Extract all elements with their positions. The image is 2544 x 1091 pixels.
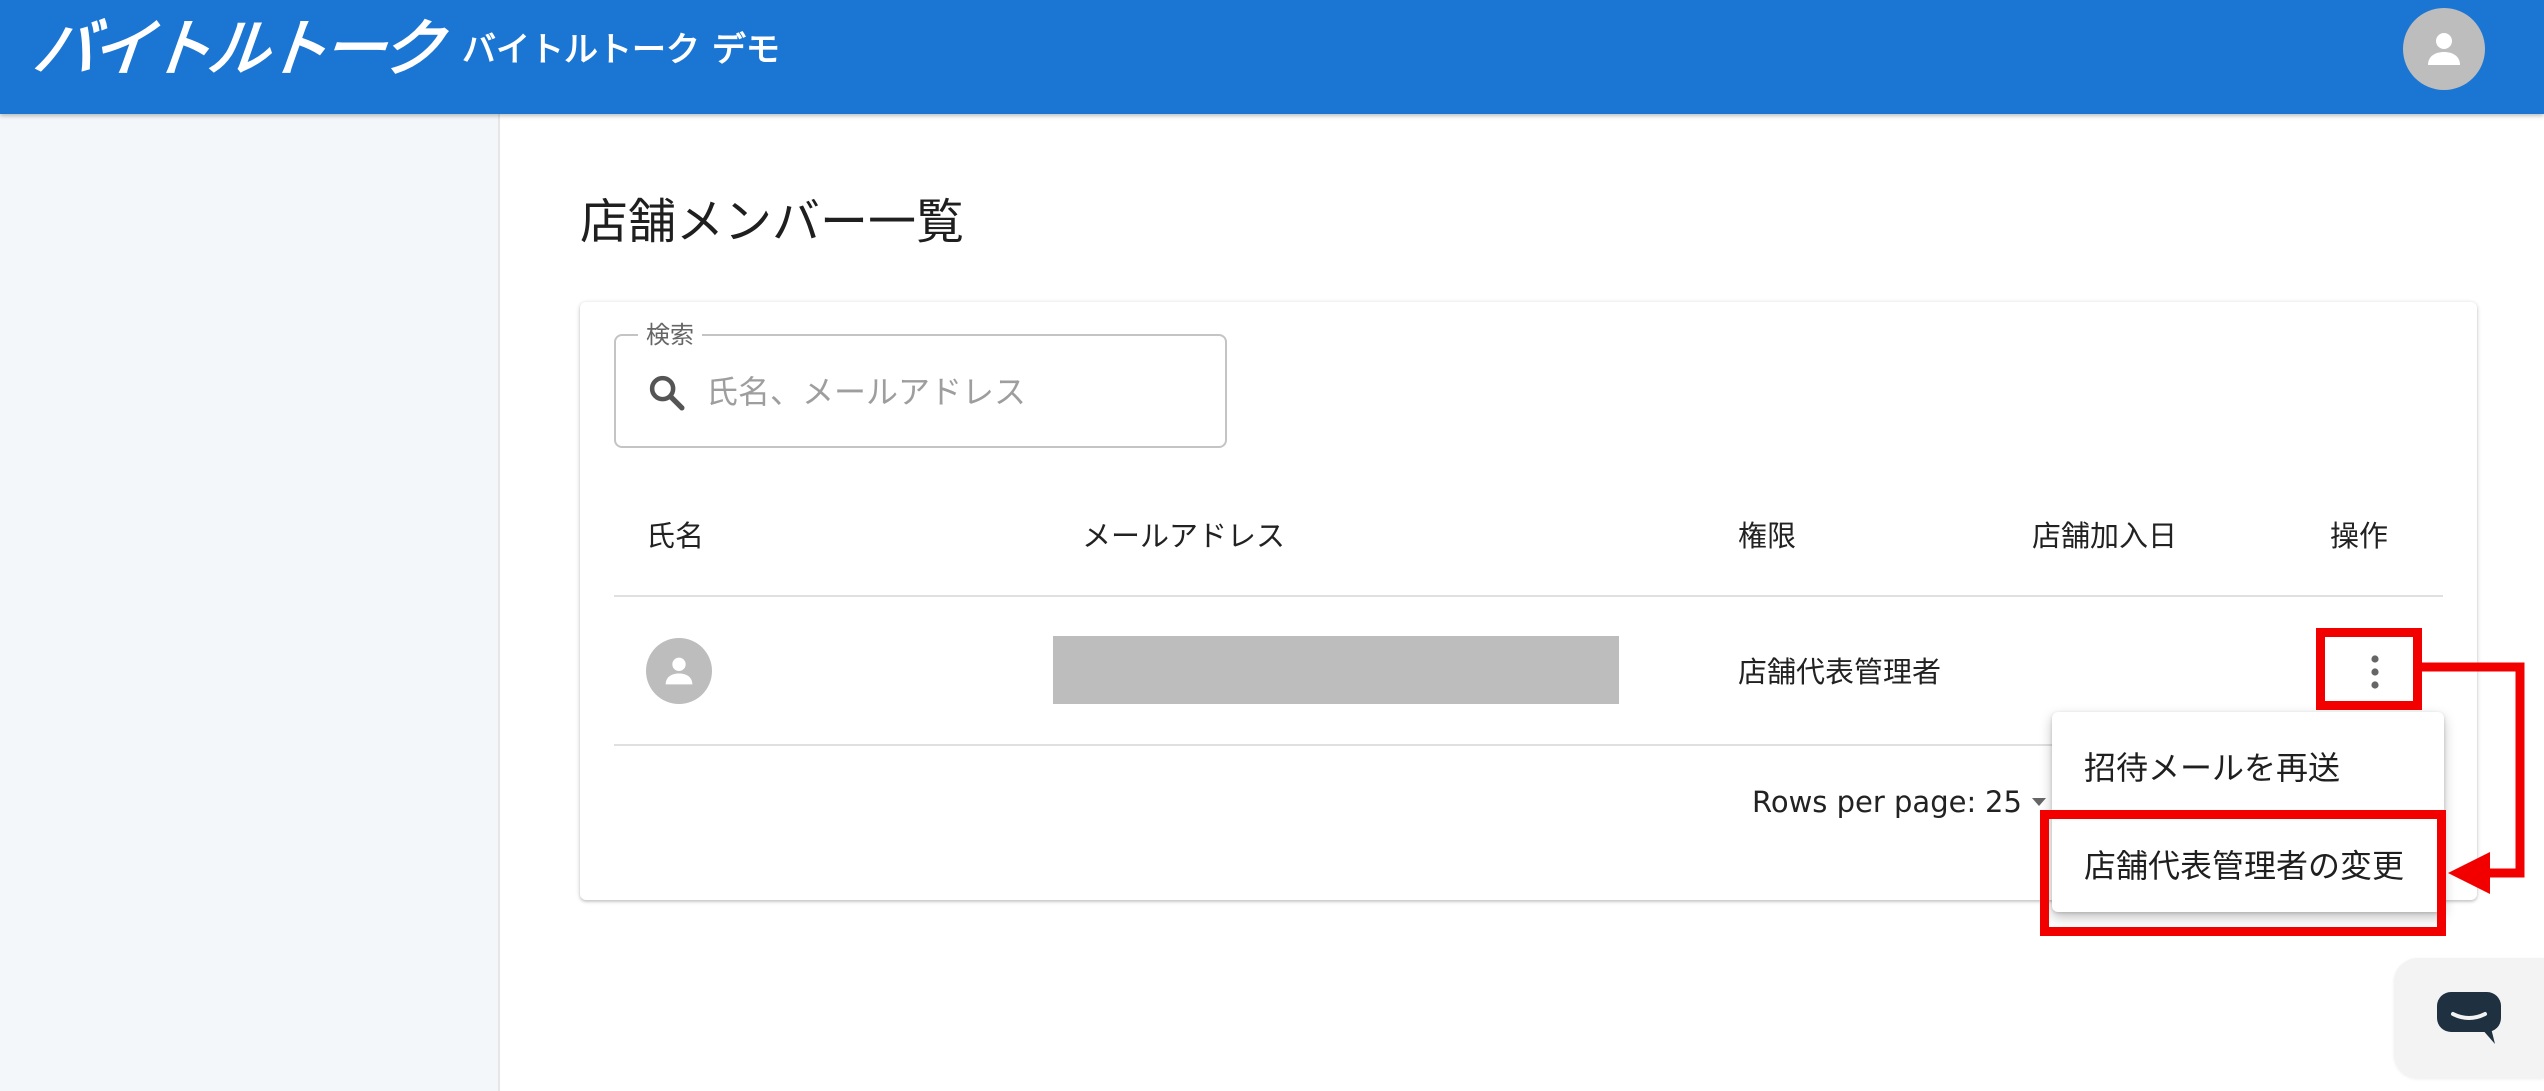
arrow-head-icon	[2448, 852, 2490, 894]
annotation-arrow	[2422, 662, 2525, 894]
